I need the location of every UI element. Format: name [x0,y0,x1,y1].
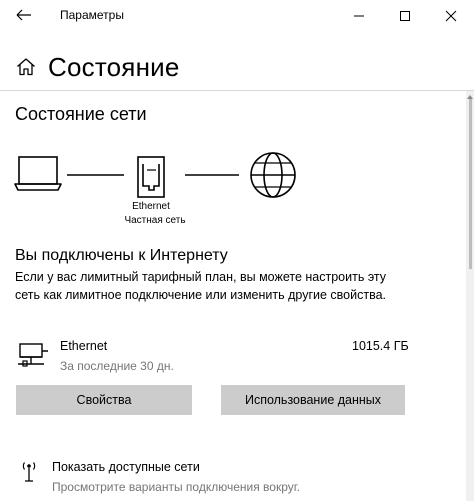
properties-button[interactable]: Свойства [16,385,192,415]
maximize-icon [400,11,410,21]
show-networks-subtitle: Просмотрите варианты подключения вокруг. [52,480,300,494]
adapter-period: За последние 30 дн. [60,359,174,373]
show-networks-link[interactable]: Показать доступные сети [52,460,200,474]
minimize-icon [354,15,364,17]
back-button[interactable] [10,4,36,26]
connection-status-title: Вы подключены к Интернету [15,247,228,264]
adapter-usage: 1015.4 ГБ [352,339,409,353]
scroll-thumb[interactable] [469,99,472,269]
back-arrow-icon [16,9,31,21]
window-title: Параметры [60,8,124,22]
diagram-adapter-label: Ethernet [132,201,170,212]
close-button[interactable] [428,0,474,32]
main-content: Состояние сети Ethernet Частная сеть Вы … [0,91,466,501]
ethernet-port-icon [137,156,165,198]
close-icon [445,10,457,22]
maximize-button[interactable] [382,0,428,32]
connection-description: Если у вас лимитный тарифный план, вы мо… [15,270,387,302]
scrollbar[interactable] [466,91,474,501]
diagram-network-type: Частная сеть [124,215,186,226]
title-bar: Параметры [0,0,474,32]
adapter-name: Ethernet [60,339,108,353]
data-usage-button[interactable]: Использование данных [221,385,405,415]
page-title: Состояние [48,52,180,82]
home-icon[interactable] [16,57,36,76]
minimize-button[interactable] [336,0,382,32]
antenna-icon[interactable] [20,461,38,483]
globe-icon [250,152,296,198]
network-diagram [14,152,296,198]
ethernet-adapter-icon [18,343,48,367]
laptop-icon [14,156,62,191]
